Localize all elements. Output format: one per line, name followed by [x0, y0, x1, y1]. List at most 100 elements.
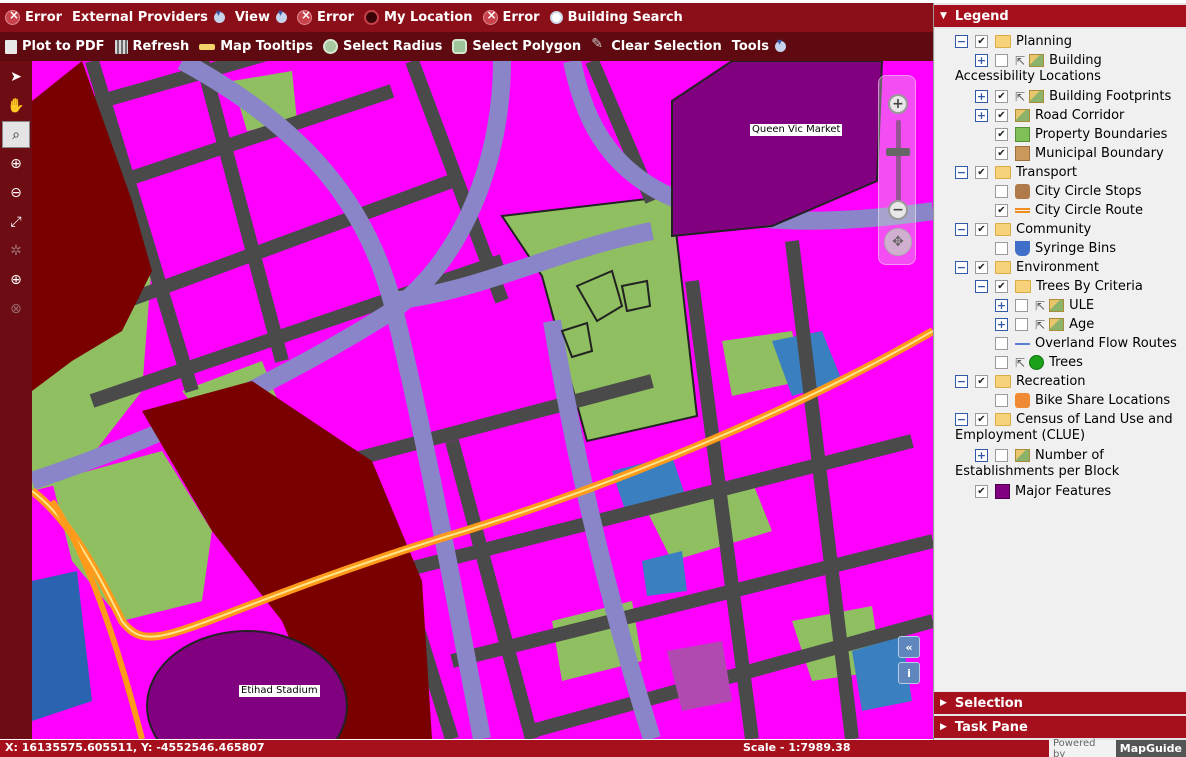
- legend-group-clue[interactable]: − Census of Land Use and: [955, 410, 1173, 429]
- legend-layer-bike-share[interactable]: Bike Share Locations: [995, 391, 1170, 410]
- zoom-rectangle-icon[interactable]: ⌕: [2, 121, 30, 148]
- select-radius-button[interactable]: Select Radius: [318, 32, 447, 61]
- refresh-button[interactable]: Refresh: [110, 32, 195, 61]
- legend-layer-city-circle-route[interactable]: City Circle Route: [995, 201, 1143, 220]
- layer-checkbox[interactable]: [995, 242, 1008, 255]
- legend-layer-major-features[interactable]: Major Features: [975, 482, 1111, 501]
- map-tooltips-button[interactable]: Map Tooltips: [194, 32, 318, 61]
- legend-group-community[interactable]: − Community: [955, 220, 1091, 239]
- layer-checkbox[interactable]: [975, 485, 988, 498]
- layer-checkbox[interactable]: [975, 223, 988, 236]
- expand-icon[interactable]: +: [995, 299, 1008, 312]
- error-button-1[interactable]: Error: [0, 3, 67, 32]
- layer-checkbox[interactable]: [995, 337, 1008, 350]
- expand-icon[interactable]: +: [975, 109, 988, 122]
- legend-layer-age[interactable]: + ⇱ Age: [995, 315, 1094, 334]
- folder-icon: [995, 35, 1011, 48]
- legend-label: City Circle Stops: [1035, 184, 1142, 199]
- expand-icon[interactable]: +: [975, 449, 988, 462]
- my-location-button[interactable]: My Location: [359, 3, 478, 32]
- legend-panel-header[interactable]: ▼ Legend: [934, 5, 1186, 27]
- view-menu[interactable]: View: [230, 3, 292, 32]
- zoom-slider-track[interactable]: [896, 120, 901, 202]
- collapse-icon[interactable]: −: [975, 280, 988, 293]
- legend-layer-syringe-bins[interactable]: Syringe Bins: [995, 239, 1116, 258]
- map-canvas[interactable]: Queen Vic Market Etihad Stadium + − ✥ « …: [32, 61, 933, 739]
- layer-checkbox[interactable]: [995, 109, 1008, 122]
- legend-label: Bike Share Locations: [1035, 393, 1171, 408]
- layer-checkbox[interactable]: [995, 356, 1008, 369]
- powered-by-text: Powered by: [1053, 737, 1096, 757]
- layer-checkbox[interactable]: [975, 261, 988, 274]
- layer-checkbox[interactable]: [995, 280, 1008, 293]
- layer-checkbox[interactable]: [995, 185, 1008, 198]
- refresh-icon: [114, 39, 128, 54]
- building-search-button[interactable]: Building Search: [545, 3, 688, 32]
- clear-selection-button[interactable]: Clear Selection: [586, 32, 727, 61]
- task-pane-header[interactable]: ▶ Task Pane: [934, 716, 1186, 738]
- legend-group-recreation[interactable]: − Recreation: [955, 372, 1086, 391]
- external-providers-menu[interactable]: External Providers: [67, 3, 230, 32]
- selection-panel-header[interactable]: ▶ Selection: [934, 692, 1186, 714]
- zoom-slider-handle[interactable]: [886, 148, 910, 156]
- layer-checkbox[interactable]: [1015, 318, 1028, 331]
- legend-layer-building-accessibility[interactable]: + ⇱ Building: [975, 51, 1102, 70]
- layer-checkbox[interactable]: [995, 204, 1008, 217]
- collapse-icon[interactable]: −: [955, 413, 968, 426]
- collapse-icon[interactable]: −: [955, 223, 968, 236]
- zoom-in-button[interactable]: +: [888, 94, 908, 114]
- powered-by-badge[interactable]: Powered by MapGuide: [1049, 737, 1186, 757]
- pan-hand-icon[interactable]: ✋: [2, 92, 30, 119]
- legend-layer-road-corridor[interactable]: + Road Corridor: [975, 106, 1124, 125]
- layer-checkbox[interactable]: [995, 128, 1008, 141]
- legend-layer-trees[interactable]: ⇱ Trees: [995, 353, 1083, 372]
- legend-layer-establishments[interactable]: + Number of: [975, 446, 1104, 465]
- error-button-3[interactable]: Error: [478, 3, 545, 32]
- legend-layer-property-boundaries[interactable]: Property Boundaries: [995, 125, 1167, 144]
- expand-icon[interactable]: +: [975, 54, 988, 67]
- layer-checkbox[interactable]: [995, 90, 1008, 103]
- legend-layer-city-circle-stops[interactable]: City Circle Stops: [995, 182, 1142, 201]
- layer-checkbox[interactable]: [995, 394, 1008, 407]
- info-button[interactable]: i: [898, 662, 920, 684]
- previous-view-icon[interactable]: ✲: [2, 237, 30, 264]
- legend-group-transport[interactable]: − Transport: [955, 163, 1077, 182]
- collapse-icon[interactable]: −: [955, 35, 968, 48]
- legend-layer-overland-flow-routes[interactable]: Overland Flow Routes: [995, 334, 1177, 353]
- expand-icon[interactable]: +: [975, 90, 988, 103]
- measure-icon[interactable]: ⊗: [2, 295, 30, 322]
- error-button-2[interactable]: Error: [292, 3, 359, 32]
- layer-checkbox[interactable]: [975, 413, 988, 426]
- pan-control-icon[interactable]: ✥: [884, 228, 912, 256]
- expand-icon[interactable]: +: [995, 318, 1008, 331]
- collapse-icon[interactable]: −: [955, 166, 968, 179]
- next-view-icon[interactable]: ⊕: [2, 266, 30, 293]
- layer-checkbox[interactable]: [975, 166, 988, 179]
- plot-to-pdf-button[interactable]: Plot to PDF: [0, 32, 110, 61]
- legend-label: Community: [1016, 222, 1092, 237]
- zoom-extents-icon[interactable]: ⤢: [2, 208, 30, 235]
- collapse-panel-button[interactable]: «: [898, 636, 920, 658]
- zoom-out-button[interactable]: −: [888, 200, 908, 220]
- legend-layer-ule[interactable]: + ⇱ ULE: [995, 296, 1094, 315]
- layer-checkbox[interactable]: [1015, 299, 1028, 312]
- select-arrow-icon[interactable]: ➤: [2, 63, 30, 90]
- layer-checkbox[interactable]: [975, 375, 988, 388]
- legend-group-trees-by-criteria[interactable]: − Trees By Criteria: [975, 277, 1143, 296]
- route-line-icon: [1015, 208, 1030, 213]
- zoom-out-icon[interactable]: ⊖: [2, 179, 30, 206]
- layer-checkbox[interactable]: [995, 54, 1008, 67]
- legend-layer-building-footprints[interactable]: + ⇱ Building Footprints: [975, 87, 1171, 106]
- layer-checkbox[interactable]: [995, 147, 1008, 160]
- legend-group-planning[interactable]: − Planning: [955, 32, 1072, 51]
- collapse-icon[interactable]: −: [955, 375, 968, 388]
- layer-checkbox[interactable]: [995, 449, 1008, 462]
- legend-layer-municipal-boundary[interactable]: Municipal Boundary: [995, 144, 1164, 163]
- legend-label: Trees: [1049, 355, 1083, 370]
- tools-menu[interactable]: Tools: [727, 32, 791, 61]
- layer-checkbox[interactable]: [975, 35, 988, 48]
- select-polygon-button[interactable]: Select Polygon: [447, 32, 586, 61]
- legend-group-environment[interactable]: − Environment: [955, 258, 1099, 277]
- zoom-in-icon[interactable]: ⊕: [2, 150, 30, 177]
- collapse-icon[interactable]: −: [955, 261, 968, 274]
